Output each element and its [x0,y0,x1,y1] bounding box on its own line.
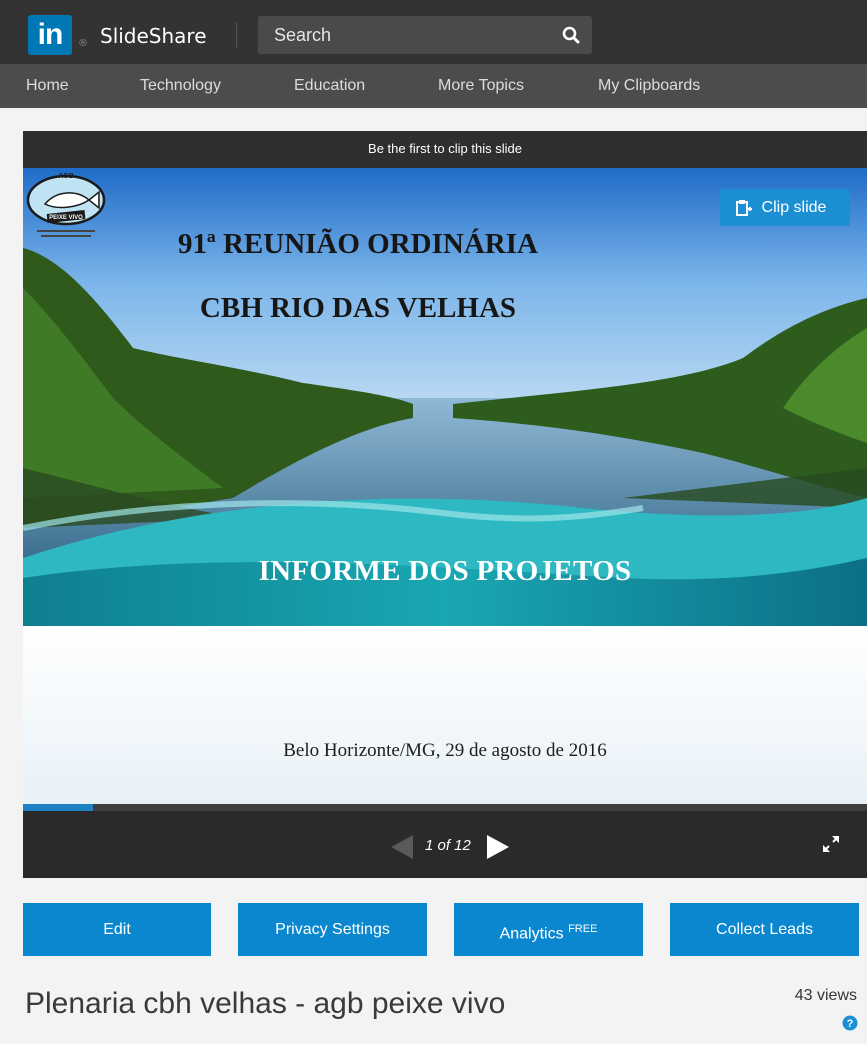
player-controls: 1 of 12 [23,811,867,878]
next-slide-icon[interactable] [485,833,511,861]
clipboard-add-icon [736,200,752,216]
analytics-button[interactable]: Analytics FREE [454,903,643,956]
clip-hint-bar: Be the first to clip this slide [23,131,867,168]
help-icon[interactable]: ? [842,1015,858,1031]
page-indicator: 1 of 12 [425,837,471,854]
agb-logo-top-text: AGB [58,173,74,180]
slide-title-line2: CBH RIO DAS VELHAS [199,292,517,324]
linkedin-logo[interactable]: in [28,15,72,55]
slide-progress-bar[interactable] [23,804,867,811]
clip-slide-label: Clip slide [761,199,827,216]
previous-slide-icon[interactable] [389,833,415,861]
search-placeholder: Search [274,25,332,45]
nav-item-more-topics[interactable]: More Topics [438,77,524,95]
analytics-free-badge: FREE [568,923,598,935]
svg-text:?: ? [847,1018,854,1030]
collect-leads-button[interactable]: Collect Leads [670,903,859,956]
privacy-settings-button[interactable]: Privacy Settings [238,903,427,956]
nav-item-technology[interactable]: Technology [140,77,221,95]
nav-bar: Home Technology Education More Topics My… [0,64,867,108]
nav-item-education[interactable]: Education [294,77,365,95]
analytics-label: Analytics [499,925,564,943]
agb-logo-banner-text: PEIXE VIVO [49,215,83,221]
agb-peixe-vivo-logo: AGB PEIXE VIVO [26,173,106,237]
slide-title-line1: 91ª REUNIÃO ORDINÁRIA [178,228,538,260]
slide-progress-fill [23,804,94,811]
slide-viewer[interactable]: 91ª REUNIÃO ORDINÁRIA CBH RIO DAS VELHAS… [23,168,867,804]
fullscreen-icon[interactable] [822,835,840,853]
slide-subtitle: INFORME DOS PROJETOS [258,555,632,587]
registered-mark: ® [78,38,88,49]
nav-item-home[interactable]: Home [26,77,69,95]
top-bar: in ® SlideShare Search [0,0,867,64]
search-input[interactable]: Search [258,16,592,54]
view-count: 43 views [794,987,857,1004]
slide-background-image [23,168,867,804]
nav-item-my-clipboards[interactable]: My Clipboards [598,77,700,95]
slideshare-brand[interactable]: SlideShare [100,24,207,48]
slide-location-date: Belo Horizonte/MG, 29 de agosto de 2016 [283,740,607,761]
header-divider [236,22,237,48]
clip-hint-text: Be the first to clip this slide [368,141,522,156]
edit-button[interactable]: Edit [23,903,211,956]
document-title: Plenaria cbh velhas - agb peixe vivo [25,987,506,1020]
clip-slide-button[interactable]: Clip slide [720,189,850,226]
search-icon[interactable] [562,26,580,44]
